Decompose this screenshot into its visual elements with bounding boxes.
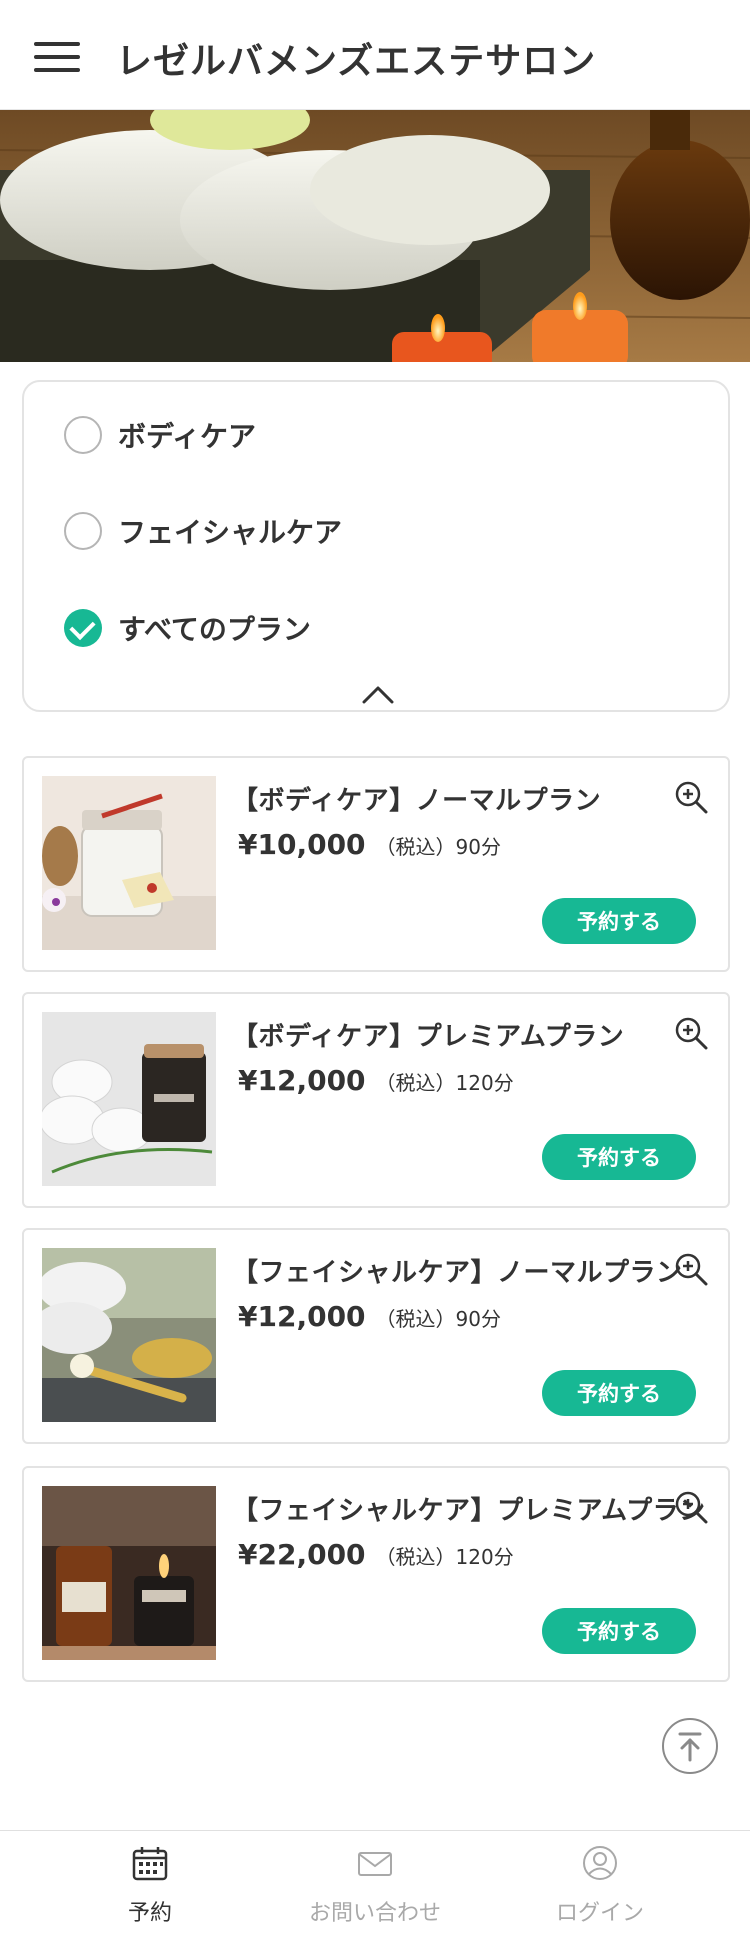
hamburger-menu-icon[interactable] (34, 40, 80, 74)
plan-duration: 90分 (455, 835, 501, 859)
app-title: レゼルバメンズエステサロン (116, 41, 597, 82)
nav-item-login[interactable]: ログイン (475, 1831, 725, 1940)
radio-checked-icon[interactable] (64, 609, 102, 647)
plan-name: 【フェイシャルケア】プレミアムプラン (232, 1496, 706, 1526)
reserve-button[interactable]: 予約する (542, 1608, 696, 1654)
tax-label: （税込） (375, 1545, 456, 1569)
filter-label: ボディケア (118, 420, 257, 453)
app-header: レゼルバメンズエステサロン (0, 0, 750, 110)
plan-price: ¥10,000 (238, 828, 366, 861)
mail-icon (358, 1852, 392, 1876)
nav-item-contact[interactable]: お問い合わせ (250, 1831, 500, 1940)
filter-option-facial-care[interactable]: フェイシャルケア (64, 509, 342, 553)
arrow-up-icon (678, 1732, 702, 1762)
user-icon (583, 1846, 617, 1880)
nav-label: ログイン (555, 1901, 644, 1926)
calendar-icon (132, 1847, 168, 1881)
plan-price: ¥12,000 (238, 1064, 366, 1097)
zoom-in-icon[interactable] (674, 1252, 708, 1286)
filter-label: フェイシャルケア (118, 516, 343, 549)
plan-card[interactable]: 【ボディケア】プレミアムプラン ¥12,000 （税込） 120分 予約する (22, 992, 730, 1208)
reserve-button[interactable]: 予約する (542, 1370, 696, 1416)
radio-unchecked-icon[interactable] (64, 512, 102, 550)
plan-thumbnail (42, 1248, 216, 1422)
filter-label: すべてのプラン (118, 613, 311, 646)
plan-filter-panel: ボディケア フェイシャルケア すべてのプラン (22, 380, 730, 712)
reserve-button[interactable]: 予約する (542, 898, 696, 944)
plan-duration: 90分 (455, 1307, 501, 1331)
tax-label: （税込） (375, 1071, 456, 1095)
filter-option-body-care[interactable]: ボディケア (64, 413, 256, 457)
price-line: ¥12,000 （税込） 120分 (238, 1064, 514, 1097)
tax-label: （税込） (375, 1307, 456, 1331)
tax-label: （税込） (375, 835, 456, 859)
bottom-navigation: 予約 お問い合わせ ログイン (0, 1830, 750, 1940)
hero-image (0, 110, 750, 362)
radio-unchecked-icon[interactable] (64, 416, 102, 454)
reserve-button[interactable]: 予約する (542, 1134, 696, 1180)
plan-card[interactable]: 【フェイシャルケア】プレミアムプラン ¥22,000 （税込） 120分 予約す… (22, 1466, 730, 1682)
plan-name: 【ボディケア】ノーマルプラン (232, 786, 602, 816)
plan-duration: 120分 (455, 1545, 514, 1569)
price-line: ¥12,000 （税込） 90分 (238, 1300, 501, 1333)
scroll-to-top-button[interactable] (662, 1718, 718, 1774)
zoom-in-icon[interactable] (674, 1490, 708, 1524)
price-line: ¥10,000 （税込） 90分 (238, 828, 501, 861)
zoom-in-icon[interactable] (674, 780, 708, 814)
price-line: ¥22,000 （税込） 120分 (238, 1538, 514, 1571)
nav-label: 予約 (127, 1901, 172, 1926)
nav-label: お問い合わせ (308, 1901, 441, 1926)
plan-price: ¥12,000 (238, 1300, 366, 1333)
plan-card[interactable]: 【ボディケア】ノーマルプラン ¥10,000 （税込） 90分 予約する (22, 756, 730, 972)
plan-price: ¥22,000 (238, 1538, 366, 1571)
zoom-in-icon[interactable] (674, 1016, 708, 1050)
plan-thumbnail (42, 776, 216, 950)
plan-thumbnail (42, 1012, 216, 1186)
plan-card[interactable]: 【フェイシャルケア】ノーマルプラン ¥12,000 （税込） 90分 予約する (22, 1228, 730, 1444)
plan-name: 【フェイシャルケア】ノーマルプラン (232, 1258, 683, 1288)
nav-item-reservation[interactable]: 予約 (25, 1831, 275, 1940)
plan-name: 【ボディケア】プレミアムプラン (232, 1022, 625, 1052)
chevron-up-icon[interactable] (360, 682, 396, 706)
plan-duration: 120分 (455, 1071, 514, 1095)
plan-thumbnail (42, 1486, 216, 1660)
filter-option-all-plans[interactable]: すべてのプラン (64, 606, 311, 650)
